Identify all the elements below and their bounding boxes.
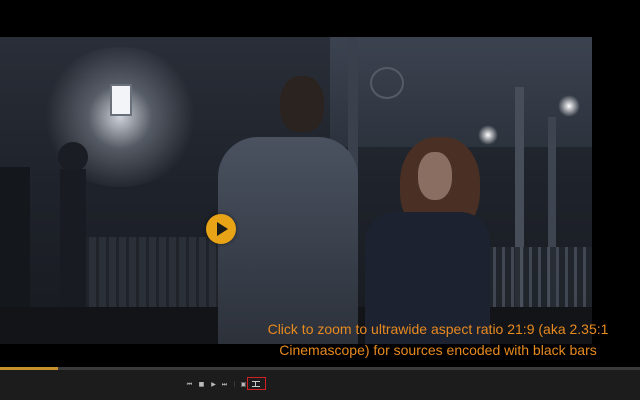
skip-back-icon[interactable]: ⏮	[186, 381, 193, 388]
fence-post-ball	[58, 142, 88, 172]
boy-body	[218, 137, 358, 344]
play-button[interactable]	[206, 214, 236, 244]
play-icon[interactable]: ▶	[210, 381, 217, 388]
stop-icon[interactable]: ■	[198, 381, 205, 388]
play-icon	[217, 222, 228, 236]
ultrawide-zoom-icon	[252, 381, 260, 387]
fullscreen-icon[interactable]: ▣	[240, 381, 247, 388]
hanging-planter	[370, 67, 404, 99]
video-frame[interactable]	[0, 37, 592, 344]
girl-face	[418, 152, 452, 200]
separator: |	[233, 381, 236, 388]
zoom-tooltip: Click to zoom to ultrawide aspect ratio …	[250, 319, 626, 361]
next-icon[interactable]: ⏭	[221, 381, 228, 388]
zoom-tooltip-line1: Click to zoom to ultrawide aspect ratio …	[267, 321, 609, 337]
boy-head	[280, 76, 324, 132]
zoom-tooltip-line2: Cinemascope) for sources encoded with bl…	[279, 342, 597, 358]
lamp	[110, 84, 132, 116]
porch-light-1	[478, 125, 498, 145]
ultrawide-zoom-button[interactable]	[247, 377, 266, 390]
porch-light-2	[558, 95, 580, 117]
player-window: Click to zoom to ultrawide aspect ratio …	[0, 0, 640, 400]
control-bar	[0, 370, 640, 400]
